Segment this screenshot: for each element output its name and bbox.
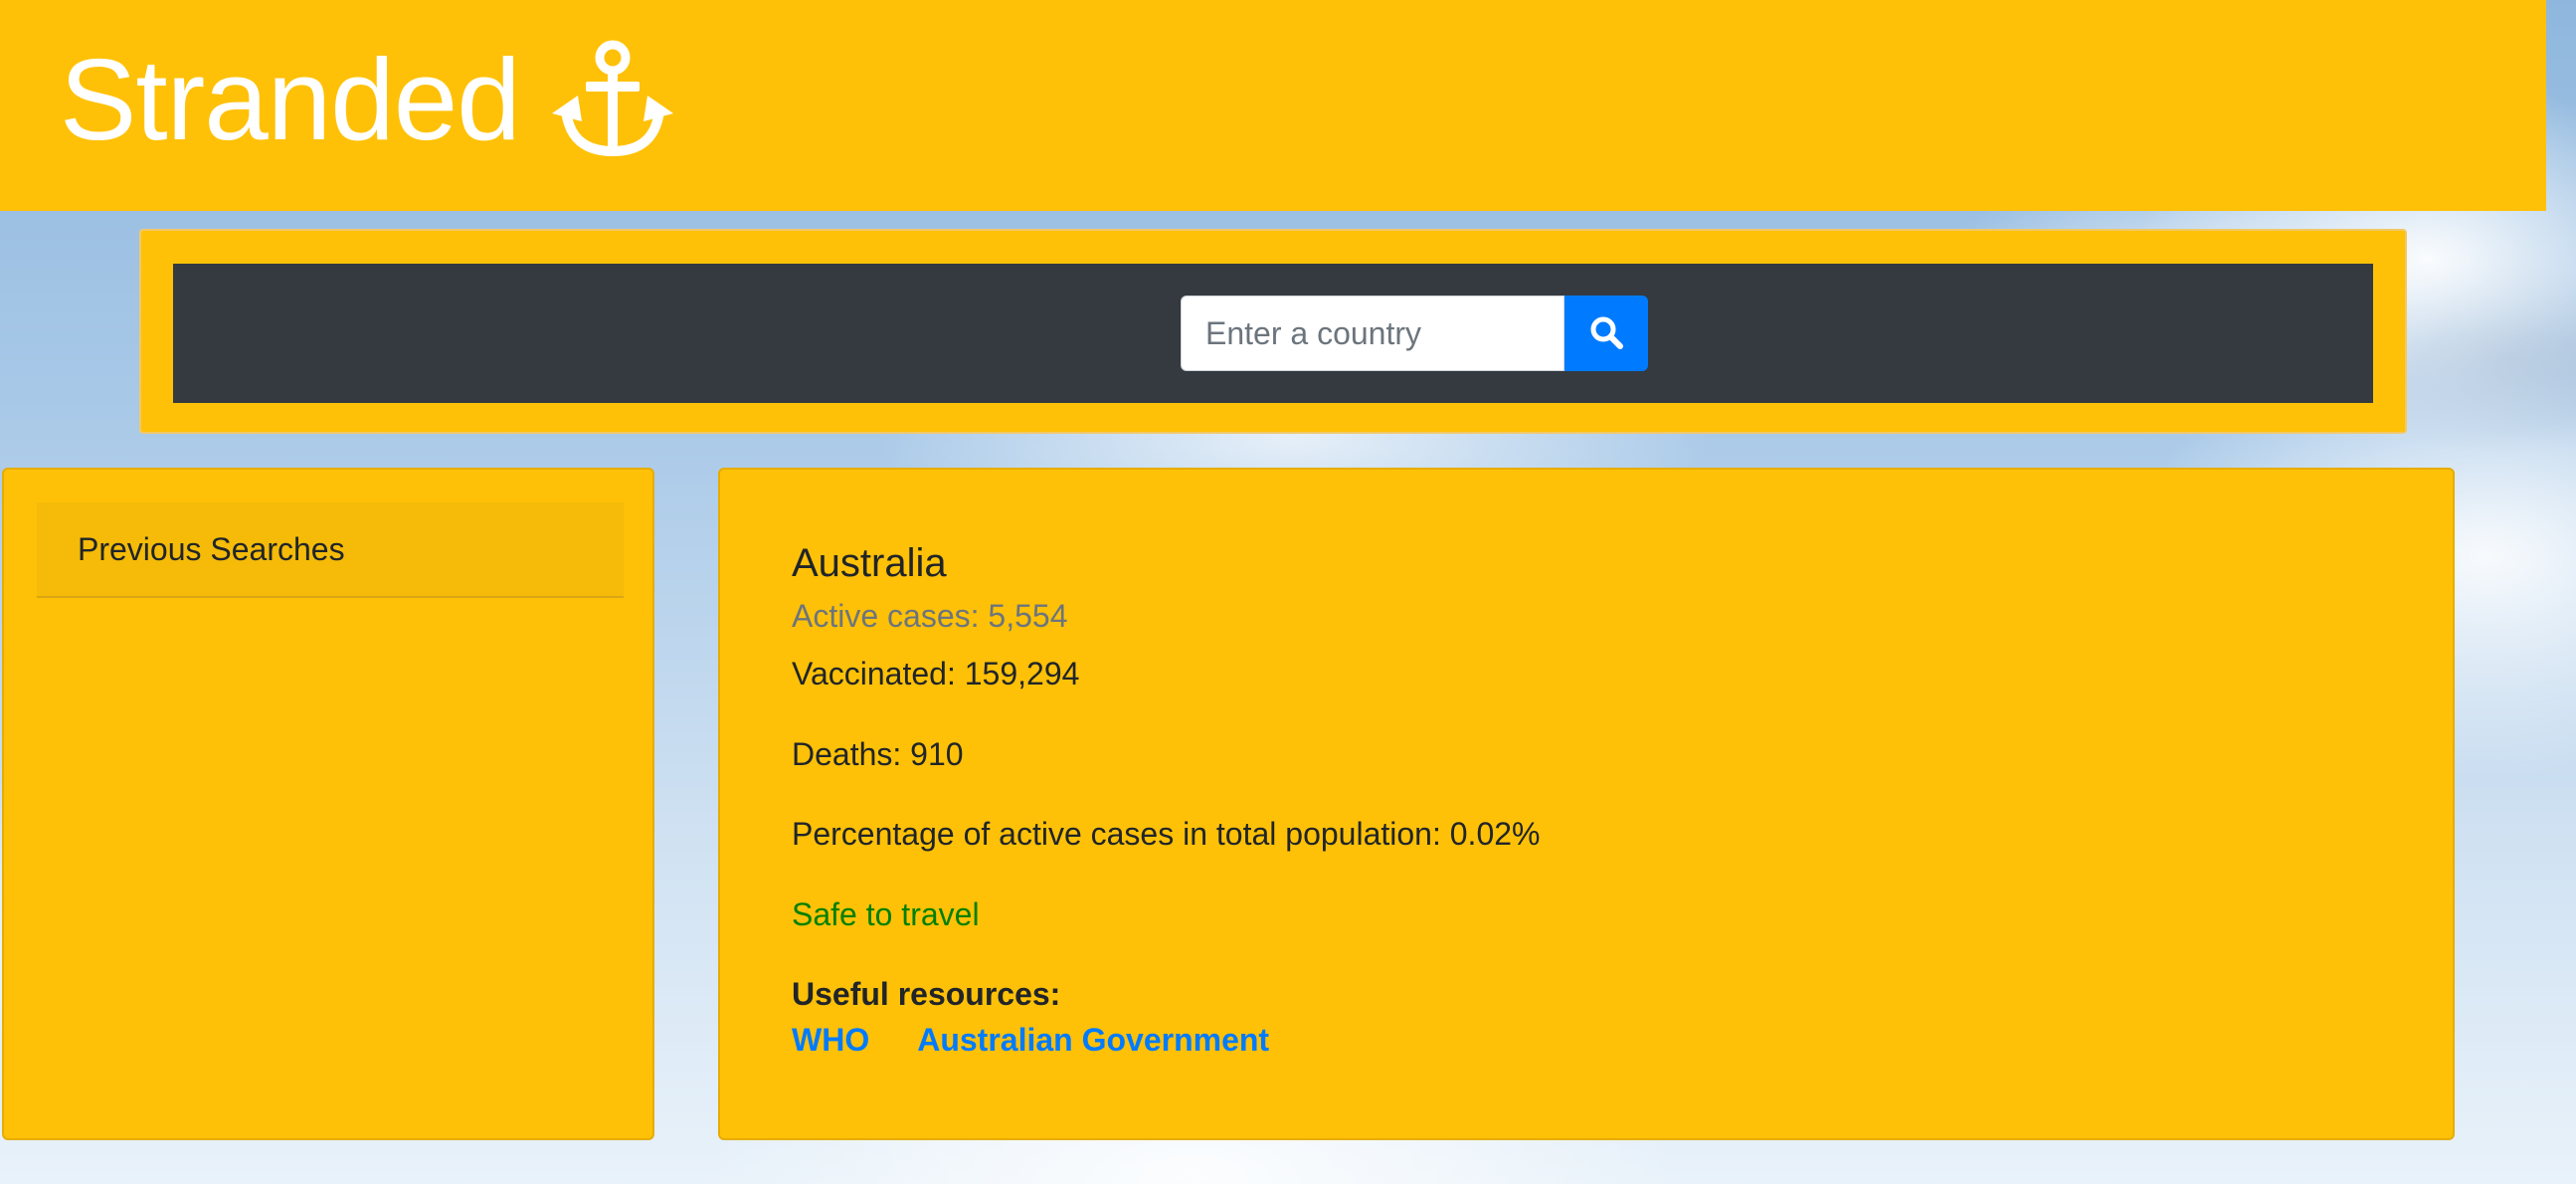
country-search-input[interactable]: [1181, 296, 1564, 371]
deaths-text: Deaths: 910: [792, 735, 964, 772]
who-link[interactable]: WHO: [792, 1021, 869, 1059]
active-cases-text: Active cases: 5,554: [792, 598, 1068, 634]
country-result-card: Australia Active cases: 5,554 Vaccinated…: [718, 468, 2455, 1140]
brand-title: Stranded: [60, 35, 521, 164]
anchor-icon: [548, 40, 677, 159]
previous-searches-header: Previous Searches: [37, 502, 624, 598]
top-header: Stranded: [0, 0, 2546, 211]
card-body: Australia Active cases: 5,554 Vaccinated…: [792, 539, 2381, 1060]
search-icon: [1589, 315, 1623, 352]
resource-links: WHO Australian Government: [792, 1021, 2381, 1059]
country-title: Australia: [792, 541, 947, 585]
vaccinated-text: Vaccinated: 159,294: [792, 656, 1080, 692]
search-button[interactable]: [1564, 296, 1648, 371]
resources-heading: Useful resources:: [792, 975, 1061, 1012]
australian-government-link[interactable]: Australian Government: [917, 1021, 1269, 1059]
brand[interactable]: Stranded: [60, 30, 677, 169]
safety-status: Safe to travel: [792, 895, 980, 932]
search-group: [1181, 296, 1648, 371]
previous-searches-panel: Previous Searches: [2, 468, 654, 1140]
search-panel: [139, 229, 2407, 434]
search-bar: [173, 264, 2373, 403]
percentage-text: Percentage of active cases in total popu…: [792, 816, 1541, 853]
